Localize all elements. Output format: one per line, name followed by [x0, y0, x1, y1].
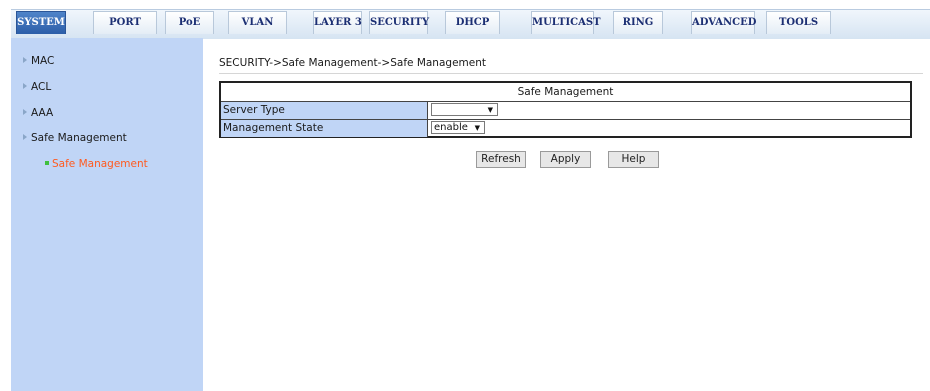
- tab-layer3[interactable]: LAYER 3: [313, 11, 362, 34]
- server-type-select[interactable]: ▼: [431, 103, 498, 116]
- tab-multicast[interactable]: MULTICAST: [531, 11, 601, 34]
- tab-ring[interactable]: RING: [613, 11, 663, 34]
- management-state-value: enable: [434, 122, 468, 133]
- apply-button[interactable]: Apply: [540, 151, 591, 168]
- safe-management-panel: Safe Management Server Type ▼ Management…: [219, 81, 912, 138]
- chevron-right-icon: [23, 134, 27, 140]
- breadcrumb: SECURITY->Safe Management->Safe Manageme…: [219, 57, 486, 69]
- tab-vlan[interactable]: VLAN: [228, 11, 287, 34]
- tab-advanced[interactable]: ADVANCED: [691, 11, 756, 34]
- dropdown-arrow-icon: ▼: [487, 106, 493, 114]
- panel-title: Safe Management: [221, 83, 910, 102]
- top-nav-bar: SYSTEM PORT PoE VLAN LAYER 3 SECURITY DH…: [0, 0, 930, 39]
- sidebar-item-aaa[interactable]: AAA: [23, 107, 53, 119]
- management-state-select[interactable]: enable ▼: [431, 121, 485, 134]
- sidebar-subitem-safe-management[interactable]: Safe Management: [45, 158, 148, 170]
- tab-tools[interactable]: TOOLS: [766, 11, 831, 34]
- server-type-row: Server Type ▼: [221, 102, 910, 120]
- tab-port[interactable]: PORT: [93, 11, 157, 34]
- tab-security[interactable]: SECURITY: [369, 11, 429, 34]
- sidebar-item-label: AAA: [31, 107, 54, 119]
- sidebar-item-label: ACL: [31, 81, 52, 93]
- tab-poe[interactable]: PoE: [165, 11, 214, 34]
- sidebar-item-mac[interactable]: MAC: [23, 55, 54, 67]
- management-state-row: Management State enable ▼: [221, 120, 910, 137]
- management-state-label: Management State: [221, 120, 428, 137]
- app-root: SYSTEM PORT PoE VLAN LAYER 3 SECURITY DH…: [0, 0, 930, 391]
- server-type-label: Server Type: [221, 102, 428, 119]
- help-button[interactable]: Help: [608, 151, 659, 168]
- tab-system[interactable]: SYSTEM: [16, 11, 66, 34]
- sidebar-item-safe-management[interactable]: Safe Management: [23, 132, 127, 144]
- sidebar: MAC ACL AAA Safe Management Safe Managem…: [11, 38, 203, 391]
- sidebar-item-label: MAC: [31, 55, 55, 67]
- chevron-right-icon: [23, 57, 27, 63]
- sidebar-item-label: Safe Management: [31, 132, 127, 144]
- dropdown-arrow-icon: ▼: [474, 124, 480, 132]
- chevron-right-icon: [23, 83, 27, 89]
- breadcrumb-divider: [219, 73, 923, 74]
- bullet-icon: [45, 161, 49, 165]
- sidebar-item-acl[interactable]: ACL: [23, 81, 51, 93]
- chevron-right-icon: [23, 109, 27, 115]
- tab-dhcp[interactable]: DHCP: [445, 11, 500, 34]
- refresh-button[interactable]: Refresh: [476, 151, 526, 168]
- sidebar-subitem-label: Safe Management: [52, 158, 148, 170]
